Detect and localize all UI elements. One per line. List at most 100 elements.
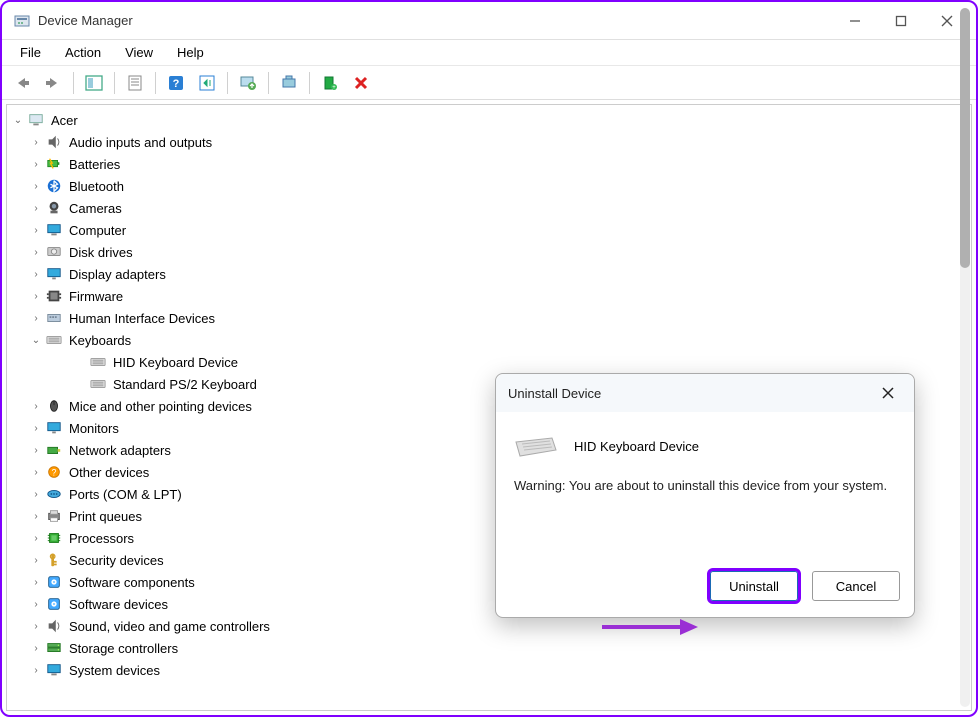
device-category[interactable]: › Disk drives <box>7 241 971 263</box>
vertical-scrollbar[interactable] <box>960 8 970 707</box>
device-category[interactable]: › Display adapters <box>7 263 971 285</box>
node-label: Batteries <box>69 157 120 172</box>
device-category[interactable]: › Cameras <box>7 197 971 219</box>
software-icon <box>45 595 63 613</box>
minimize-button[interactable] <box>832 5 878 37</box>
expander-icon[interactable]: › <box>29 555 43 566</box>
expander-icon[interactable]: › <box>29 665 43 676</box>
device-category[interactable]: ›Computer <box>7 219 971 241</box>
svg-text:?: ? <box>52 468 57 478</box>
device-category[interactable]: ⌄Acer <box>7 109 971 131</box>
menu-action[interactable]: Action <box>55 43 111 62</box>
svg-text:+: + <box>332 85 336 91</box>
device-item[interactable]: HID Keyboard Device <box>7 351 971 373</box>
node-label: Software devices <box>69 597 168 612</box>
uninstall-device-button[interactable] <box>347 69 375 97</box>
expander-icon[interactable]: › <box>29 533 43 544</box>
expander-icon[interactable]: › <box>29 511 43 522</box>
menu-help[interactable]: Help <box>167 43 214 62</box>
scan-hardware-button[interactable] <box>275 69 303 97</box>
action-button[interactable] <box>193 69 221 97</box>
expander-icon[interactable]: › <box>29 577 43 588</box>
expander-icon[interactable]: › <box>29 291 43 302</box>
help-button[interactable]: ? <box>162 69 190 97</box>
expander-icon[interactable]: › <box>29 269 43 280</box>
back-button[interactable] <box>8 69 36 97</box>
window-title: Device Manager <box>38 13 133 28</box>
node-label: Standard PS/2 Keyboard <box>113 377 257 392</box>
cpu-icon <box>45 529 63 547</box>
uninstall-confirm-button[interactable]: Uninstall <box>710 571 798 601</box>
device-category[interactable]: › Bluetooth <box>7 175 971 197</box>
storage-icon <box>45 639 63 657</box>
expander-icon[interactable]: › <box>29 225 43 236</box>
node-label: Processors <box>69 531 134 546</box>
node-label: Sound, video and game controllers <box>69 619 270 634</box>
node-label: Security devices <box>69 553 164 568</box>
node-label: Mice and other pointing devices <box>69 399 252 414</box>
expander-icon[interactable]: › <box>29 181 43 192</box>
device-category[interactable]: ⌄Keyboards <box>7 329 971 351</box>
node-label: Bluetooth <box>69 179 124 194</box>
dialog-device-name: HID Keyboard Device <box>574 439 699 454</box>
expander-icon[interactable]: ⌄ <box>11 115 25 126</box>
node-label: HID Keyboard Device <box>113 355 238 370</box>
printer-icon <box>45 507 63 525</box>
menu-view[interactable]: View <box>115 43 163 62</box>
system-icon <box>45 661 63 679</box>
toolbar: ? + <box>2 66 976 100</box>
keyboard-icon <box>45 331 63 349</box>
audio-icon <box>45 133 63 151</box>
expander-icon[interactable]: › <box>29 489 43 500</box>
forward-button[interactable] <box>39 69 67 97</box>
expander-icon[interactable]: › <box>29 313 43 324</box>
update-driver-button[interactable] <box>234 69 262 97</box>
node-label: Storage controllers <box>69 641 178 656</box>
expander-icon[interactable]: › <box>29 401 43 412</box>
expander-icon[interactable]: › <box>29 159 43 170</box>
device-category[interactable]: › Human Interface Devices <box>7 307 971 329</box>
device-category[interactable]: ›Firmware <box>7 285 971 307</box>
uninstall-dialog: Uninstall Device HID Keyboard Device War… <box>495 373 915 618</box>
scrollbar-thumb[interactable] <box>960 8 970 268</box>
node-label: Software components <box>69 575 195 590</box>
expander-icon[interactable]: › <box>29 203 43 214</box>
device-category[interactable]: › Storage controllers <box>7 637 971 659</box>
node-label: Print queues <box>69 509 142 524</box>
port-icon <box>45 485 63 503</box>
node-label: Human Interface Devices <box>69 311 215 326</box>
node-label: Cameras <box>69 201 122 216</box>
node-label: Ports (COM & LPT) <box>69 487 182 502</box>
expander-icon[interactable]: › <box>29 599 43 610</box>
expander-icon[interactable]: › <box>29 247 43 258</box>
expander-icon[interactable]: ⌄ <box>29 335 43 346</box>
menu-file[interactable]: File <box>10 43 51 62</box>
expander-icon[interactable]: › <box>29 643 43 654</box>
device-category[interactable]: ›Audio inputs and outputs <box>7 131 971 153</box>
mouse-icon <box>45 397 63 415</box>
show-hide-console-tree-button[interactable] <box>80 69 108 97</box>
device-category[interactable]: ›System devices <box>7 659 971 681</box>
enable-device-button[interactable]: + <box>316 69 344 97</box>
expander-icon[interactable]: › <box>29 423 43 434</box>
maximize-button[interactable] <box>878 5 924 37</box>
properties-button[interactable] <box>121 69 149 97</box>
node-label: Other devices <box>69 465 149 480</box>
expander-icon[interactable]: › <box>29 445 43 456</box>
device-category[interactable]: › Sound, video and game controllers <box>7 615 971 637</box>
expander-icon[interactable]: › <box>29 137 43 148</box>
dialog-warning-text: Warning: You are about to uninstall this… <box>514 478 896 493</box>
hid-icon <box>45 309 63 327</box>
device-category[interactable]: › Batteries <box>7 153 971 175</box>
keyboard-icon <box>89 353 107 371</box>
expander-icon[interactable]: › <box>29 467 43 478</box>
dialog-close-button[interactable] <box>874 379 902 407</box>
expander-icon[interactable]: › <box>29 621 43 632</box>
node-label: Disk drives <box>69 245 133 260</box>
security-icon <box>45 551 63 569</box>
node-label: Display adapters <box>69 267 166 282</box>
battery-icon <box>45 155 63 173</box>
dialog-title: Uninstall Device <box>508 386 874 401</box>
node-label: Monitors <box>69 421 119 436</box>
cancel-button[interactable]: Cancel <box>812 571 900 601</box>
